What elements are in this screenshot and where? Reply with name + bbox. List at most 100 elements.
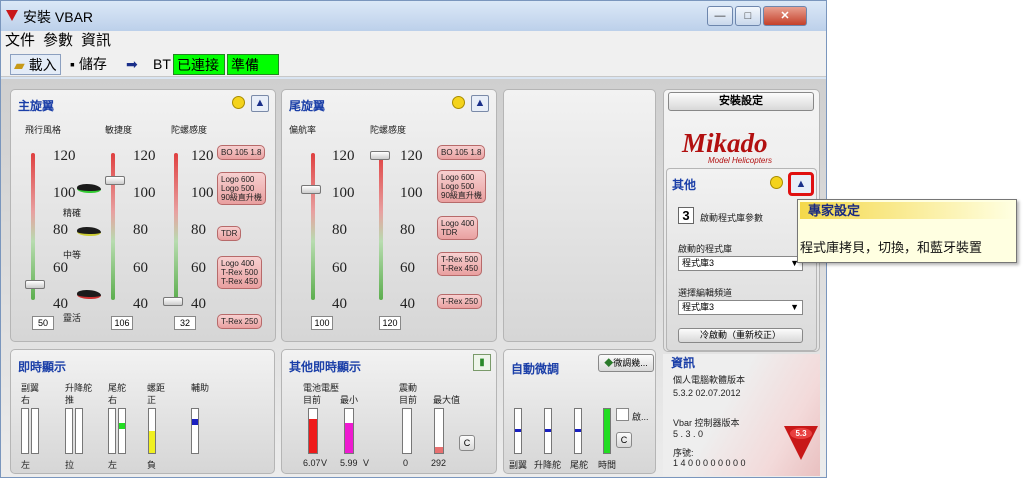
yaw-rate-slider-track[interactable] xyxy=(311,153,315,300)
setup-button[interactable]: 安裝設定 xyxy=(668,92,814,111)
flight-style-value[interactable]: 50 xyxy=(32,316,54,330)
battery-current-bar xyxy=(308,408,318,454)
load-button[interactable]: ▰ 載入 xyxy=(10,54,61,75)
clear-vibration-button[interactable]: C xyxy=(459,435,475,451)
style-agile: 靈活 xyxy=(63,313,82,323)
vbar-version-label: Vbar 控制器版本 xyxy=(673,418,740,428)
vibration-current-bar xyxy=(402,408,412,454)
tick-label: 60 xyxy=(53,260,68,276)
maximize-button[interactable]: □ xyxy=(735,6,761,26)
volt-unit: V xyxy=(321,458,328,468)
heli-preset-tag: BO 105 1.8 xyxy=(217,145,266,160)
disk-icon: ▪ xyxy=(70,56,75,72)
tick-label: 100 xyxy=(332,185,355,201)
load-label: 載入 xyxy=(28,57,57,73)
bluetooth-icon[interactable]: ➡ xyxy=(123,54,153,75)
flight-style-slider-thumb[interactable] xyxy=(25,280,45,289)
vibration-current-label: 目前 xyxy=(399,395,418,405)
elevator-bar xyxy=(75,408,83,454)
style-precise: 精確 xyxy=(63,208,82,218)
gyro-gain-slider-thumb[interactable] xyxy=(163,297,183,306)
expert-hat-icon[interactable]: ▲ xyxy=(251,95,269,112)
realtime-col-label: 輔助 xyxy=(191,383,210,393)
battery-current-value: 6.07 xyxy=(303,458,321,468)
heli-preset-tag: Logo 600 Logo 500 90級直升機 xyxy=(217,172,266,205)
trim-rudder-bar xyxy=(574,408,582,454)
expert-settings-icon[interactable]: ▲ xyxy=(788,172,814,196)
trim-col-label: 尾舵 xyxy=(570,460,589,470)
ready-status: 準備 xyxy=(227,54,279,75)
chart-icon[interactable]: ▮ xyxy=(473,354,491,371)
trim-button-label: 微調幾... xyxy=(613,358,648,368)
realtime-top-label: 正 xyxy=(147,395,157,405)
yaw-rate-value[interactable]: 100 xyxy=(311,316,333,330)
trim-enable-checkbox[interactable] xyxy=(616,408,629,421)
tick-label: 80 xyxy=(133,222,148,238)
pitch-bar xyxy=(148,408,156,454)
tick-label: 40 xyxy=(400,296,415,312)
menu-file[interactable]: 文件 xyxy=(1,31,39,51)
auto-trim-panel: 自動微調 ◆微調幾... 啟... C 副翼 升降舵 尾舵 時間 xyxy=(503,349,656,474)
flight-style-slider-track[interactable] xyxy=(31,153,35,300)
yaw-rate-label: 偏航率 xyxy=(289,125,317,135)
mikado-logo-sub: Model Helicopters xyxy=(708,156,773,165)
aileron-bar xyxy=(21,408,29,454)
tick-label: 40 xyxy=(133,296,148,312)
tick-label: 80 xyxy=(400,222,415,238)
trim-clear-button[interactable]: C xyxy=(616,432,632,448)
bank-count[interactable]: 3 xyxy=(678,207,694,224)
tail-gyro-slider-thumb[interactable] xyxy=(370,151,390,160)
vibration-max-label: 最大值 xyxy=(433,395,461,405)
tick-label: 60 xyxy=(400,260,415,276)
active-bank-select[interactable]: 程式庫3 ▼ xyxy=(678,256,803,271)
gyro-gain-value[interactable]: 32 xyxy=(174,316,196,330)
style-medium: 中等 xyxy=(63,250,82,260)
trim-col-label: 升降舵 xyxy=(534,460,562,470)
save-button[interactable]: ▪ 儲存 xyxy=(67,54,110,75)
tick-label: 120 xyxy=(191,148,214,164)
serial-value: 1 4 0 0 0 0 0 0 0 0 xyxy=(673,458,746,468)
app-window: 安裝 VBAR — □ ✕ 文件 參數 資訊 ▰ 載入 ▪ 儲存 ➡ BT 已連接 … xyxy=(0,0,827,478)
cold-start-button[interactable]: 冷啟動（重新校正） xyxy=(678,328,803,343)
expert-hat-icon[interactable]: ▲ xyxy=(471,95,489,112)
heli-preset-tag: T-Rex 500 T-Rex 450 xyxy=(437,252,482,276)
vibration-max-bar xyxy=(434,408,444,454)
gyro-gain-slider-track[interactable] xyxy=(174,153,178,300)
minimize-button[interactable]: — xyxy=(707,6,733,26)
helicopter-icon xyxy=(77,227,101,236)
trim-time-bar xyxy=(603,408,611,454)
tick-label: 100 xyxy=(191,185,214,201)
realtime-panel: 即時顯示 副翼 升降舵 尾舵 螺距 輔助 右 推 右 正 左 拉 左 負 xyxy=(10,349,275,474)
edit-bank-label: 選擇編輯頻道 xyxy=(678,288,733,298)
tail-gyro-slider-track[interactable] xyxy=(379,153,383,300)
trim-button[interactable]: ◆微調幾... xyxy=(598,354,654,372)
smiley-icon[interactable] xyxy=(452,96,465,109)
smiley-icon[interactable] xyxy=(232,96,245,109)
menu-params[interactable]: 參數 xyxy=(39,31,77,51)
gyro-gain-label: 陀螺感度 xyxy=(171,125,208,135)
bank-count-label: 啟動程式庫參數 xyxy=(700,213,764,223)
folder-icon: ▰ xyxy=(14,57,25,73)
tail-rotor-panel: 尾旋翼 ▲ 偏航率 陀螺感度 120 100 80 60 40 120 100 … xyxy=(281,89,497,342)
yaw-rate-slider-thumb[interactable] xyxy=(301,185,321,194)
menu-bar: 文件 參數 資訊 xyxy=(1,31,826,51)
agility-value[interactable]: 106 xyxy=(111,316,133,330)
tick-label: 100 xyxy=(400,185,423,201)
active-bank-label: 啟動的程式庫 xyxy=(678,244,733,254)
close-button[interactable]: ✕ xyxy=(763,6,807,26)
tick-label: 40 xyxy=(191,296,206,312)
pc-version-label: 個人電腦軟體版本 xyxy=(673,375,746,385)
edit-bank-value: 程式庫3 xyxy=(682,302,715,312)
tick-label: 60 xyxy=(332,260,347,276)
heli-preset-tag: Logo 400 TDR xyxy=(437,216,479,240)
edit-bank-select[interactable]: 程式庫3 ▼ xyxy=(678,300,803,315)
menu-info[interactable]: 資訊 xyxy=(77,31,115,51)
tooltip-title: 專家設定 xyxy=(800,202,1014,219)
mikado-logo: Mikado xyxy=(682,128,768,158)
realtime-top-label: 推 xyxy=(65,395,75,405)
smiley-icon[interactable] xyxy=(770,176,783,189)
toolbar: ▰ 載入 ▪ 儲存 ➡ BT 已連接 準備 xyxy=(1,51,826,77)
heli-preset-tag: Logo 600 Logo 500 90級直升機 xyxy=(437,170,486,203)
tail-gyro-value[interactable]: 120 xyxy=(379,316,401,330)
agility-slider-thumb[interactable] xyxy=(105,176,125,185)
